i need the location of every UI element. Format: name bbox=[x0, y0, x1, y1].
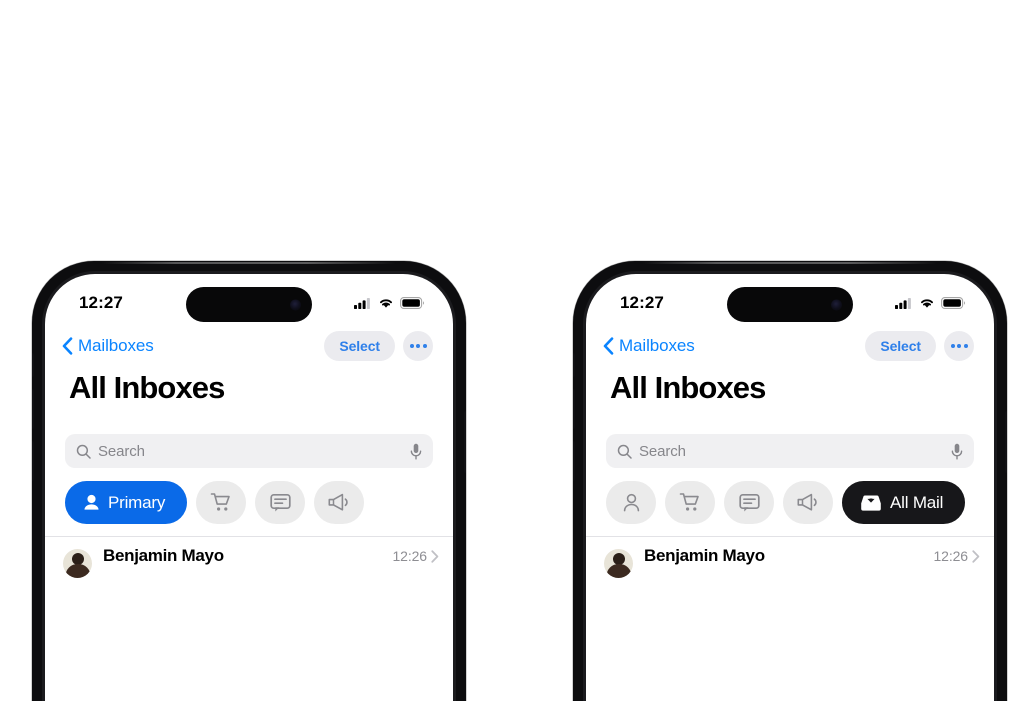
mute-switch-left-phone[interactable] bbox=[32, 353, 34, 377]
person-fill-icon bbox=[83, 494, 100, 512]
filter-chip-all-mail-label: All Mail bbox=[890, 492, 944, 512]
volume-down-button-left-phone[interactable] bbox=[32, 441, 34, 481]
mail-timestamp-right: 12:26 bbox=[933, 548, 968, 564]
person-outline-icon bbox=[622, 493, 641, 513]
volume-down-button-right-phone[interactable] bbox=[573, 441, 575, 481]
nav-actions-right: Select bbox=[865, 331, 974, 361]
wifi-icon bbox=[378, 297, 394, 309]
back-button-label-right: Mailboxes bbox=[619, 336, 695, 355]
megaphone-icon bbox=[328, 492, 351, 513]
status-indicators-right bbox=[895, 290, 966, 309]
microphone-icon[interactable] bbox=[410, 443, 422, 460]
phone-mockup-right: 12:27 Mailboxes Select All Inboxes Searc… bbox=[573, 261, 1007, 701]
filter-chip-primary-label: Primary bbox=[108, 492, 166, 512]
ellipsis-icon bbox=[957, 344, 961, 348]
front-camera-icon bbox=[290, 299, 301, 310]
search-field-left[interactable]: Search bbox=[65, 434, 433, 468]
nav-bar-left: Mailboxes Select bbox=[45, 324, 453, 368]
chevron-right-icon bbox=[431, 549, 439, 563]
mail-list-item-left[interactable]: Benjamin Mayo 12:26 bbox=[45, 537, 453, 597]
battery-icon bbox=[941, 296, 966, 309]
cellular-bars-icon bbox=[354, 297, 372, 309]
search-field-right[interactable]: Search bbox=[606, 434, 974, 468]
magnifier-icon bbox=[617, 444, 632, 459]
ellipsis-icon bbox=[409, 344, 414, 348]
chevron-right-icon bbox=[972, 549, 980, 563]
dynamic-island-left bbox=[186, 287, 312, 322]
filter-chip-updates[interactable] bbox=[724, 481, 774, 524]
chevron-left-icon bbox=[603, 337, 614, 355]
scene-background: 12:27 Mailboxes Select All Inboxes Searc… bbox=[0, 0, 1024, 701]
nav-bar-right: Mailboxes Select bbox=[586, 324, 994, 368]
search-input-right[interactable]: Search bbox=[639, 443, 951, 460]
filter-chip-transactions[interactable] bbox=[196, 481, 247, 524]
cellular-bars-icon bbox=[895, 297, 913, 309]
filter-chip-primary[interactable] bbox=[606, 481, 656, 524]
more-options-button-right[interactable] bbox=[944, 331, 974, 361]
microphone-icon[interactable] bbox=[951, 443, 963, 460]
mail-item-content-left: Benjamin Mayo bbox=[103, 546, 392, 566]
mail-sender-name-right: Benjamin Mayo bbox=[644, 546, 765, 565]
mute-switch-right-phone[interactable] bbox=[573, 353, 575, 377]
cart-icon bbox=[679, 492, 701, 513]
back-button-left[interactable]: Mailboxes bbox=[62, 336, 154, 356]
nav-actions-left: Select bbox=[324, 331, 433, 361]
select-button-right[interactable]: Select bbox=[865, 331, 936, 361]
ellipsis-icon bbox=[950, 344, 955, 348]
back-button-right[interactable]: Mailboxes bbox=[603, 336, 695, 356]
volume-up-button-left-phone[interactable] bbox=[32, 389, 34, 429]
ellipsis-icon bbox=[416, 344, 420, 348]
avatar bbox=[63, 549, 92, 578]
select-button-left[interactable]: Select bbox=[324, 331, 395, 361]
mail-item-meta-right: 12:26 bbox=[933, 548, 980, 564]
mail-timestamp-left: 12:26 bbox=[392, 548, 427, 564]
chevron-left-icon bbox=[62, 337, 73, 355]
filter-chip-bar-left: Primary bbox=[65, 481, 453, 524]
volume-up-button-right-phone[interactable] bbox=[573, 389, 575, 429]
dynamic-island-right bbox=[727, 287, 853, 322]
megaphone-icon bbox=[797, 492, 820, 513]
mail-list-item-right[interactable]: Benjamin Mayo 12:26 bbox=[586, 537, 994, 597]
battery-icon bbox=[400, 296, 425, 309]
power-button-right-phone[interactable] bbox=[1005, 411, 1007, 473]
avatar bbox=[604, 549, 633, 578]
filter-chip-promotions[interactable] bbox=[783, 481, 833, 524]
filter-chip-promotions[interactable] bbox=[314, 481, 365, 524]
chat-bubble-icon bbox=[738, 493, 760, 513]
filter-chip-all-mail[interactable]: All Mail bbox=[842, 481, 966, 524]
wifi-icon bbox=[919, 297, 935, 309]
filter-chip-bar-right: All Mail bbox=[606, 481, 994, 524]
mail-item-meta-left: 12:26 bbox=[392, 548, 439, 564]
search-input-left[interactable]: Search bbox=[98, 443, 410, 460]
back-button-label-left: Mailboxes bbox=[78, 336, 154, 355]
inbox-tray-icon bbox=[860, 494, 882, 512]
chat-bubble-icon bbox=[270, 493, 291, 513]
magnifier-icon bbox=[76, 444, 91, 459]
filter-chip-transactions[interactable] bbox=[665, 481, 715, 524]
status-indicators-left bbox=[354, 290, 425, 309]
phone-screen-right: 12:27 Mailboxes Select All Inboxes Searc… bbox=[586, 274, 994, 701]
cart-icon bbox=[210, 492, 232, 513]
filter-chip-primary[interactable]: Primary bbox=[65, 481, 188, 524]
filter-chip-updates[interactable] bbox=[255, 481, 306, 524]
mail-item-content-right: Benjamin Mayo bbox=[644, 546, 933, 566]
more-options-button-left[interactable] bbox=[403, 331, 433, 361]
phone-screen-left: 12:27 Mailboxes Select All Inboxes Searc… bbox=[45, 274, 453, 701]
status-time-right: 12:27 bbox=[620, 292, 664, 312]
ellipsis-icon bbox=[963, 344, 968, 348]
page-title-left: All Inboxes bbox=[69, 370, 225, 405]
phone-mockup-left: 12:27 Mailboxes Select All Inboxes Searc… bbox=[32, 261, 466, 701]
ellipsis-icon bbox=[422, 344, 427, 348]
mail-sender-name-left: Benjamin Mayo bbox=[103, 546, 224, 565]
front-camera-icon bbox=[831, 299, 842, 310]
power-button-left-phone[interactable] bbox=[464, 411, 466, 473]
status-time-left: 12:27 bbox=[79, 292, 123, 312]
page-title-right: All Inboxes bbox=[610, 370, 766, 405]
